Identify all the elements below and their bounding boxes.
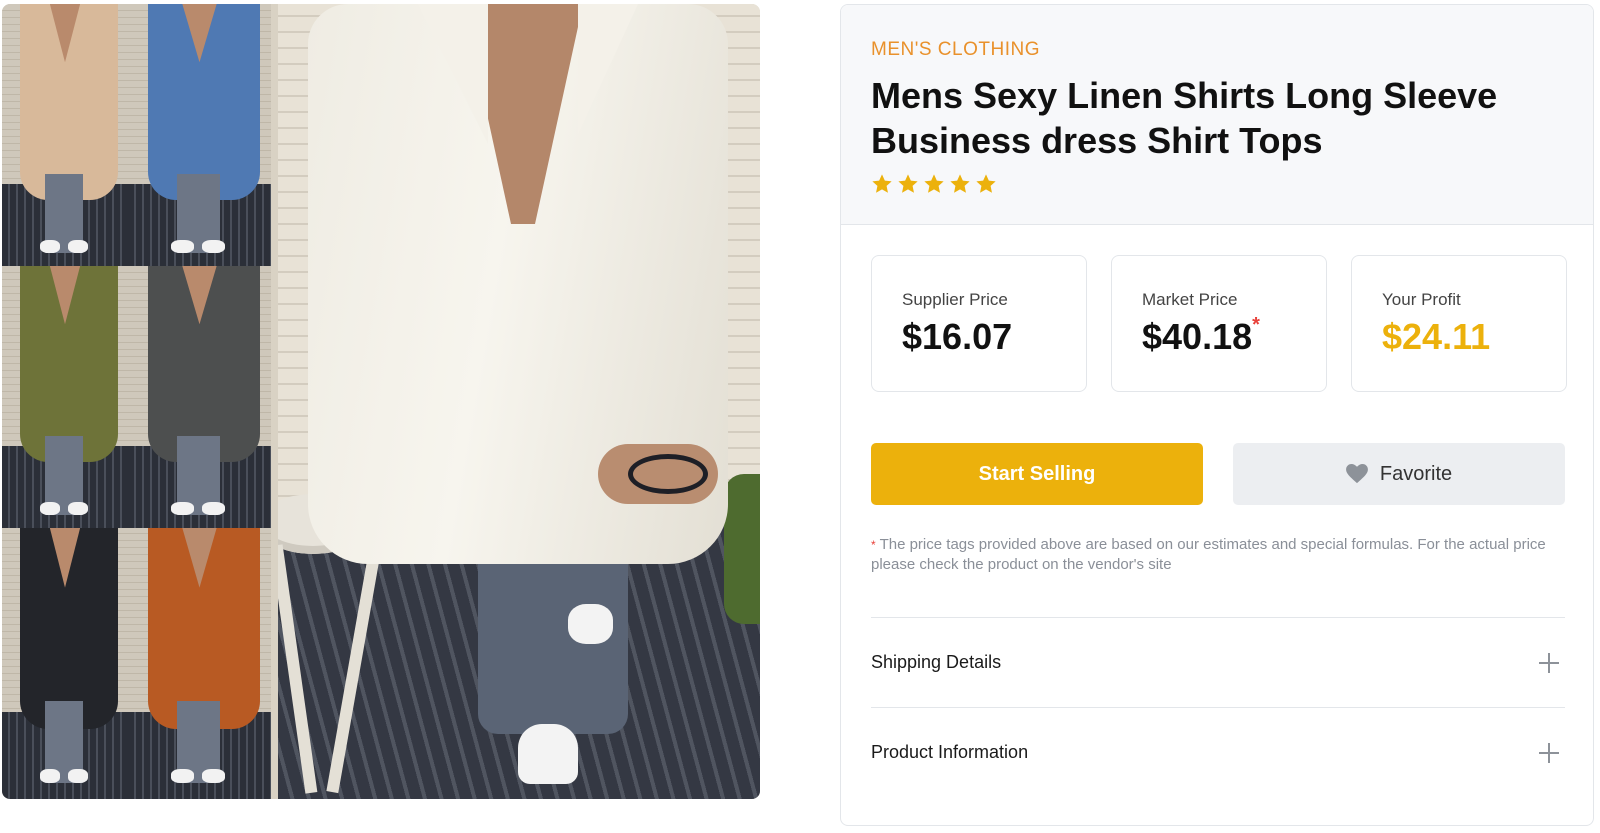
plus-icon[interactable] <box>1539 742 1559 763</box>
action-buttons: Start Selling Favorite <box>871 443 1565 505</box>
sunglasses <box>628 454 708 494</box>
product-information-label: Product Information <box>871 742 1029 762</box>
main-product-photo[interactable] <box>278 4 760 799</box>
market-price-label: Market Price <box>1142 290 1238 309</box>
price-summary: Supplier Price $16.07 Market Price $40.1… <box>871 255 1567 392</box>
supplier-price-value: $16.07 <box>902 316 1013 357</box>
favorite-button[interactable]: Favorite <box>1233 443 1565 505</box>
star-icon <box>924 174 944 193</box>
supplier-price-label: Supplier Price <box>902 290 1008 309</box>
product-image-gallery[interactable] <box>2 4 760 799</box>
star-icon <box>898 174 918 193</box>
supplier-price-box: Supplier Price $16.07 <box>871 255 1087 392</box>
start-selling-button[interactable]: Start Selling <box>871 443 1203 505</box>
market-price-amount: $40.18 <box>1142 316 1253 357</box>
product-category[interactable]: MEN'S CLOTHING <box>871 39 1563 61</box>
product-details-card: MEN'S CLOTHING Mens Sexy Linen Shirts Lo… <box>840 4 1594 826</box>
favorite-label: Favorite <box>1379 462 1453 485</box>
star-icon <box>950 174 970 193</box>
heart-icon <box>1345 464 1368 484</box>
variant-thumbnail-black[interactable] <box>2 528 128 799</box>
product-title: Mens Sexy Linen Shirts Long Sleeve Busin… <box>871 75 1498 161</box>
disclaimer-text: The price tags provided above are based … <box>871 536 1546 573</box>
market-price-value: $40.18* <box>1142 314 1326 358</box>
variant-thumbnail-blue[interactable] <box>128 4 271 269</box>
variant-thumbnail-rust[interactable] <box>128 528 271 799</box>
price-disclaimer: * The price tags provided above are base… <box>871 535 1561 575</box>
variant-thumbnail-gray[interactable] <box>128 266 271 531</box>
accordion-shipping-details[interactable]: Shipping Details <box>871 617 1565 707</box>
details-accordion: Shipping Details Product Information <box>871 617 1565 797</box>
variant-thumbnail-beige[interactable] <box>2 4 128 269</box>
profit-value: $24.11 <box>1382 316 1491 357</box>
plus-icon[interactable] <box>1539 652 1559 673</box>
market-price-box: Market Price $40.18* <box>1111 255 1327 392</box>
rating-stars <box>871 173 1563 195</box>
star-icon <box>976 174 996 193</box>
disclaimer-asterisk: * <box>871 538 876 552</box>
star-icon <box>872 174 892 193</box>
variant-thumbnail-olive[interactable] <box>2 266 128 531</box>
accordion-product-information[interactable]: Product Information <box>871 707 1565 797</box>
market-price-asterisk: * <box>1252 314 1260 336</box>
profit-label: Your Profit <box>1382 290 1461 309</box>
shipping-details-label: Shipping Details <box>871 652 1002 672</box>
profit-box: Your Profit $24.11 <box>1351 255 1567 392</box>
product-header: MEN'S CLOTHING Mens Sexy Linen Shirts Lo… <box>841 5 1593 225</box>
